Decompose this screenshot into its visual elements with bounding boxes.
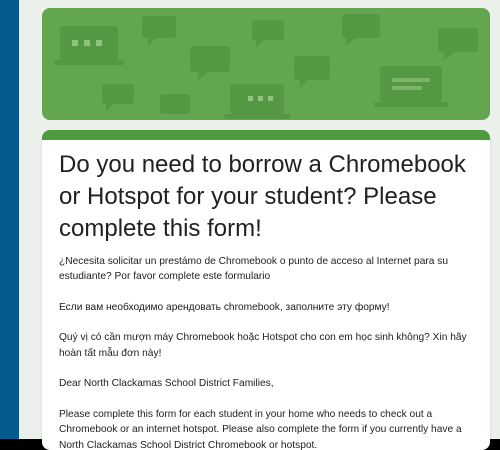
chat-bubble-icon [438, 28, 478, 60]
chromebook-laptop-icon [224, 84, 290, 119]
form-title-card: Do you need to borrow a Chromebook or Ho… [42, 130, 490, 450]
description-spanish: ¿Necesita solicitar un prestámo de Chrom… [59, 256, 449, 283]
form-description: ¿Necesita solicitar un prestámo de Chrom… [59, 254, 473, 450]
description-russian: Если вам необходимо арендовать chromeboo… [59, 301, 390, 313]
chat-bubble-icon [142, 16, 176, 46]
banner-pattern [54, 14, 478, 119]
form-title: Do you need to borrow a Chromebook or Ho… [59, 151, 466, 242]
chat-bubble-icon [160, 94, 190, 114]
left-edge-strip [0, 0, 19, 439]
form-header-banner [42, 8, 490, 120]
chat-bubble-icon [294, 56, 330, 88]
description-vietnamese: Quý vị có cần mượn máy Chromebook hoặc H… [59, 332, 467, 359]
chat-bubble-icon [252, 20, 284, 47]
card-accent-bar [42, 130, 490, 140]
description-greeting: Dear North Clackamas School District Fam… [59, 378, 274, 390]
chat-bubble-icon [102, 84, 134, 111]
chat-bubble-icon [190, 46, 230, 80]
chat-bubble-icon [342, 14, 380, 46]
description-instructions: Please complete this form for each stude… [59, 408, 462, 450]
